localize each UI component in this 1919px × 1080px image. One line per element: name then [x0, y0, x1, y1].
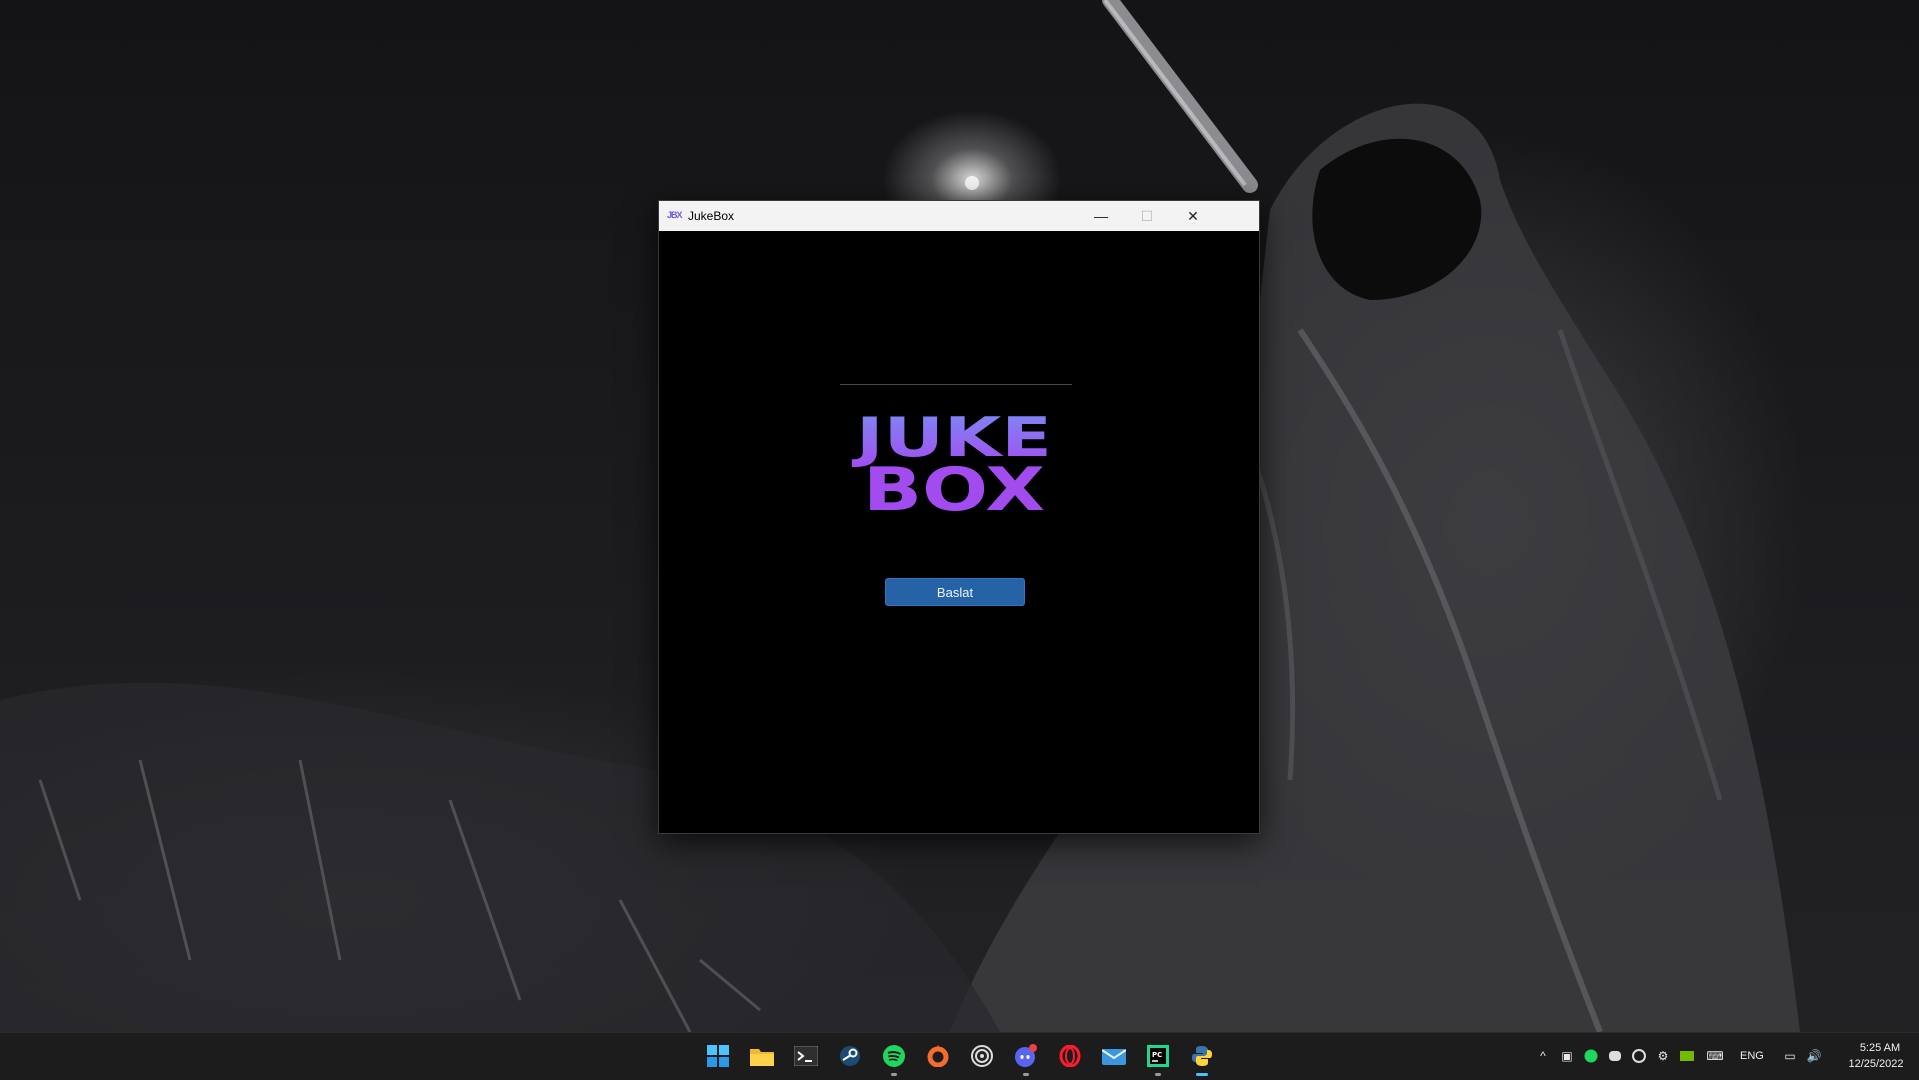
tray-discord-icon[interactable]	[1607, 1048, 1623, 1064]
folder-icon	[750, 1049, 774, 1066]
taskbar-terminal[interactable]	[791, 1041, 821, 1071]
app-icon: JBX	[667, 210, 683, 220]
taskbar-opera[interactable]	[1055, 1041, 1085, 1071]
taskbar-discord[interactable]	[1011, 1041, 1041, 1076]
logo-line2: BOX	[863, 455, 1045, 516]
mail-icon	[1102, 1049, 1126, 1065]
taskbar-mail[interactable]	[1099, 1041, 1129, 1071]
tray-volume-icon[interactable]: 🔊	[1806, 1048, 1822, 1064]
jukebox-window: JBX JukeBox — ☐ ✕ JUKE BOX Baslat	[658, 200, 1260, 834]
taskbar-python[interactable]	[1182, 1037, 1222, 1076]
windows-logo-icon	[707, 1045, 729, 1067]
svg-text:PC: PC	[1152, 1051, 1162, 1059]
taskbar-steam[interactable]	[835, 1041, 865, 1071]
tray-settings-icon[interactable]: ⚙	[1655, 1048, 1671, 1064]
tray-network-icon[interactable]: ▭	[1782, 1048, 1798, 1064]
running-indicator	[1155, 1073, 1161, 1076]
pycharm-icon: PC	[1147, 1045, 1169, 1067]
ubisoft-icon	[971, 1045, 993, 1067]
start-button-taskbar[interactable]	[703, 1041, 733, 1071]
terminal-icon	[794, 1046, 818, 1066]
taskbar-pycharm[interactable]: PC	[1143, 1041, 1173, 1076]
window-content: JUKE BOX Baslat	[659, 231, 1259, 833]
steam-icon	[840, 1046, 860, 1066]
tray-keyboard-icon[interactable]: ⌨	[1706, 1048, 1723, 1064]
opera-icon	[1059, 1045, 1081, 1067]
tray-nvidia-icon[interactable]	[1679, 1048, 1695, 1064]
tray-app-icon[interactable]: ▣	[1559, 1048, 1575, 1064]
divider	[840, 384, 1072, 385]
running-indicator	[891, 1073, 897, 1076]
close-icon: ✕	[1187, 207, 1199, 224]
language-indicator[interactable]: ENG	[1740, 1050, 1764, 1062]
origin-icon	[927, 1045, 949, 1067]
taskbar-spotify[interactable]	[879, 1041, 909, 1076]
minimize-button[interactable]: —	[1078, 201, 1124, 231]
window-titlebar[interactable]: JBX JukeBox — ☐ ✕	[659, 201, 1259, 231]
discord-icon	[1015, 1044, 1037, 1067]
clock-date[interactable]: 12/25/2022	[1840, 1058, 1912, 1070]
running-indicator	[1023, 1073, 1029, 1076]
jukebox-logo: JUKE BOX	[851, 406, 1052, 516]
active-indicator	[1196, 1073, 1208, 1076]
chevron-up-icon[interactable]: ^	[1535, 1048, 1551, 1064]
minimize-icon: —	[1094, 208, 1108, 224]
taskbar-origin[interactable]	[923, 1041, 953, 1071]
taskbar-file-explorer[interactable]	[747, 1041, 777, 1071]
taskbar: PC ^ ▣ ⚙ ⌨ ENG ▭ 🔊 5:25 AM 12/25/2022	[0, 1032, 1919, 1080]
maximize-icon: ☐	[1140, 207, 1154, 224]
tray-steam-icon[interactable]	[1631, 1048, 1647, 1064]
window-title: JukeBox	[688, 209, 735, 223]
spotify-icon	[883, 1045, 905, 1067]
close-button[interactable]: ✕	[1170, 201, 1216, 231]
clock-time[interactable]: 5:25 AM	[1850, 1042, 1910, 1054]
tray-spotify-icon[interactable]	[1583, 1048, 1599, 1064]
start-button[interactable]: Baslat	[885, 578, 1025, 606]
maximize-button[interactable]: ☐	[1124, 201, 1170, 231]
python-icon	[1192, 1046, 1212, 1066]
taskbar-ubisoft[interactable]	[967, 1041, 997, 1071]
